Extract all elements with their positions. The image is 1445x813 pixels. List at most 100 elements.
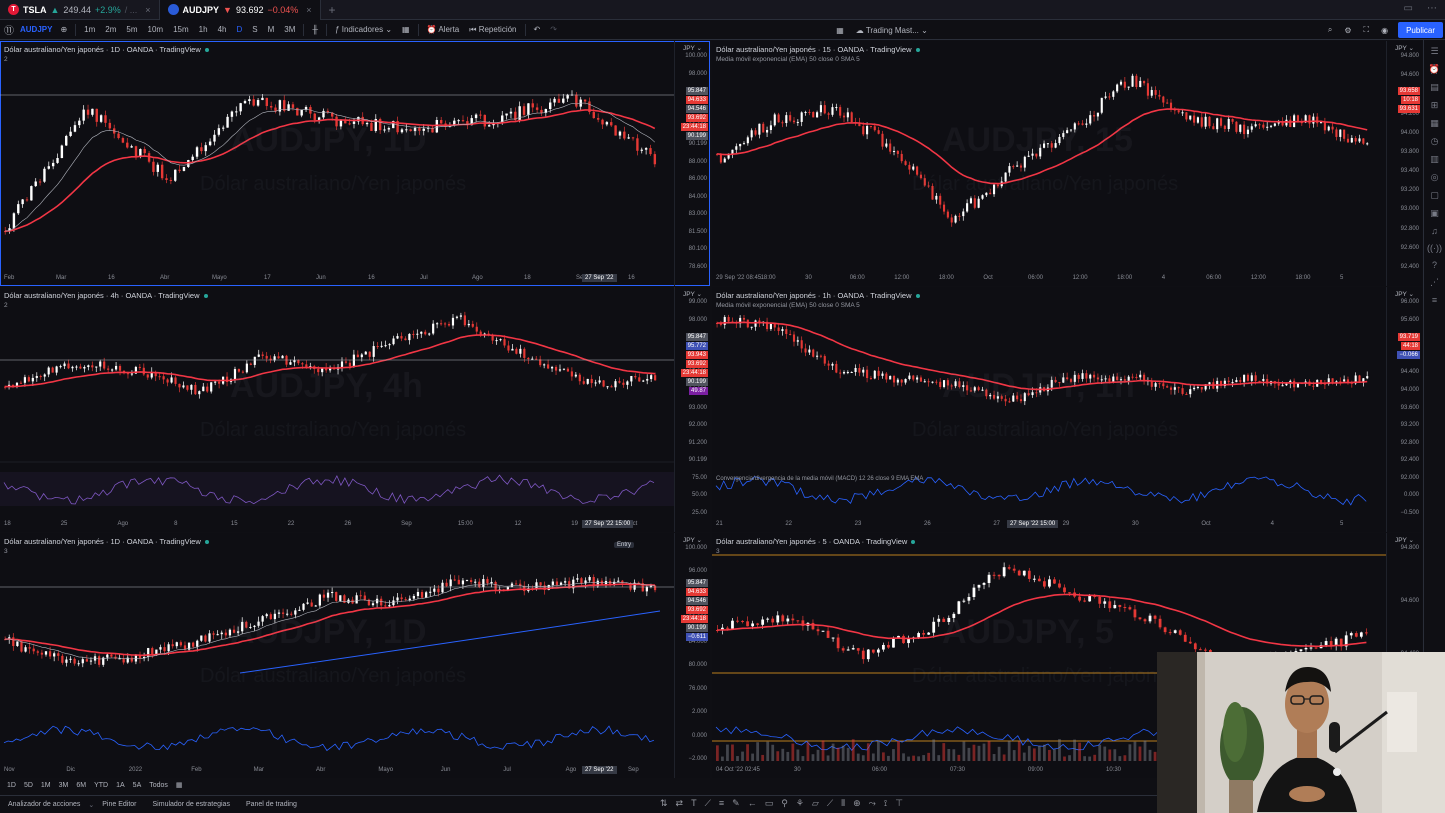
close-icon[interactable]: × bbox=[306, 5, 311, 15]
pin-icon[interactable]: ⚲ bbox=[781, 798, 788, 809]
arrow-icon[interactable]: ← bbox=[748, 798, 757, 809]
redo-icon[interactable]: ↷ bbox=[548, 25, 559, 34]
range-5a[interactable]: 5A bbox=[133, 782, 142, 789]
currency-label[interactable]: JPY ⌄ bbox=[1395, 44, 1414, 52]
pine-editor-tab[interactable]: Pine Editor bbox=[94, 801, 144, 808]
anchor-icon[interactable]: ⟟ bbox=[884, 798, 887, 809]
interval-3m[interactable]: 3M bbox=[282, 25, 297, 34]
range-ytd[interactable]: YTD bbox=[94, 782, 108, 789]
add-tab-icon[interactable]: + bbox=[321, 3, 344, 17]
compare-icon[interactable]: ⊕ bbox=[58, 25, 69, 34]
broadcast-icon[interactable]: ((·)) bbox=[1427, 243, 1442, 253]
indicator-legend[interactable]: Media móvil exponencial (EMA) 50 close 0… bbox=[716, 302, 860, 309]
interval-1m[interactable]: 1m bbox=[82, 25, 97, 34]
tab-tsla[interactable]: T TSLA ▲ 249.44 +2.9% / ... × bbox=[0, 0, 160, 20]
watchlist-icon[interactable]: ☰ bbox=[1430, 46, 1438, 57]
list-icon[interactable]: ≡ bbox=[1432, 295, 1437, 305]
fib-icon[interactable]: ⟋ bbox=[705, 798, 711, 809]
chart-pane-1h[interactable]: AUDJPY, 1h Dólar australiano/Yen japonés D… bbox=[712, 287, 1422, 532]
range-5d[interactable]: 5D bbox=[24, 782, 33, 789]
window-icon[interactable]: ▭ bbox=[1404, 3, 1413, 14]
pane-title[interactable]: Dólar australiano/Yen japonés · 1D · OAN… bbox=[4, 537, 209, 546]
currency-label[interactable]: JPY ⌄ bbox=[1395, 536, 1414, 544]
trading-panel-tab[interactable]: Panel de trading bbox=[238, 801, 305, 808]
close-icon[interactable]: × bbox=[145, 5, 150, 15]
indicator-legend[interactable]: 3 bbox=[716, 548, 720, 555]
layout-name[interactable]: ☁ Trading Mast... ⌄ bbox=[854, 26, 930, 35]
indicator-legend[interactable]: 2 bbox=[4, 302, 8, 309]
pane-title[interactable]: Dólar australiano/Yen japonés · 15 · OAN… bbox=[716, 45, 920, 54]
bars-icon[interactable]: ⦀ bbox=[841, 798, 845, 809]
interval-m[interactable]: M bbox=[266, 25, 277, 34]
interval-s[interactable]: S bbox=[250, 25, 259, 34]
callout-icon[interactable]: ▱ bbox=[812, 798, 819, 809]
replay-button[interactable]: ⏮ Repetición bbox=[467, 25, 518, 35]
range-all[interactable]: Todos bbox=[149, 782, 168, 789]
cursor-icon[interactable]: ⇅ bbox=[660, 798, 668, 809]
range-6m[interactable]: 6M bbox=[76, 782, 86, 789]
ruler-icon[interactable]: ⊤ bbox=[895, 798, 903, 809]
data-window-icon[interactable]: ▤ bbox=[1430, 82, 1439, 93]
menu-icon[interactable]: ⑪ bbox=[4, 22, 14, 37]
currency-label[interactable]: JPY ⌄ bbox=[683, 44, 702, 52]
pane-title[interactable]: Dólar australiano/Yen japonés · 5 · OAND… bbox=[716, 537, 916, 546]
pane-title[interactable]: Dólar australiano/Yen japonés · 4h · OAN… bbox=[4, 291, 208, 300]
indicator-legend[interactable]: 3 bbox=[4, 548, 8, 555]
messages-icon[interactable]: ▣ bbox=[1430, 208, 1439, 219]
tab-audjpy[interactable]: AUDJPY ▼ 93.692 −0.04% × bbox=[159, 0, 321, 20]
clock-icon[interactable]: ◷ bbox=[1431, 136, 1439, 147]
pane-title[interactable]: Dólar australiano/Yen japonés · 1h · OAN… bbox=[716, 291, 920, 300]
trendline-icon[interactable]: ⟋ bbox=[827, 798, 833, 809]
camera-icon[interactable]: ◉ bbox=[1379, 26, 1390, 35]
alert-button[interactable]: ⏰ Alerta bbox=[425, 25, 462, 34]
goto-date-icon[interactable]: ▦ bbox=[176, 781, 183, 789]
hotlist-icon[interactable]: ⊞ bbox=[1431, 100, 1439, 111]
fullscreen-icon[interactable]: ⛶ bbox=[1362, 25, 1372, 35]
indicators-button[interactable]: ƒ Indicadores ⌄ bbox=[333, 25, 394, 34]
strategy-tester-tab[interactable]: Simulador de estrategias bbox=[145, 801, 238, 808]
currency-label[interactable]: JPY ⌄ bbox=[683, 536, 702, 544]
chat-icon[interactable]: ▢ bbox=[1430, 190, 1439, 201]
path-icon[interactable]: ⤳ bbox=[869, 798, 876, 809]
range-1a[interactable]: 1A bbox=[116, 782, 125, 789]
chart-icon[interactable]: ⋰ bbox=[1430, 277, 1439, 288]
help-icon[interactable]: ? bbox=[1432, 260, 1437, 270]
more-icon[interactable]: ⋯ bbox=[1427, 3, 1437, 14]
interval-4h[interactable]: 4h bbox=[216, 25, 229, 34]
stock-screener-tab[interactable]: Analizador de acciones bbox=[0, 801, 88, 808]
publish-button[interactable]: Publicar bbox=[1398, 22, 1443, 38]
indicator-legend[interactable]: 2 bbox=[4, 56, 8, 63]
chart-pane-1d-bottom[interactable]: AUDJPY, 1D Dólar australiano/Yen japonés D… bbox=[0, 533, 710, 778]
layout-grid-icon[interactable]: ▦ bbox=[834, 26, 846, 35]
notes-icon[interactable]: ▥ bbox=[1430, 154, 1439, 165]
text-icon[interactable]: T bbox=[691, 798, 697, 809]
alerts-icon[interactable]: ⏰ bbox=[1429, 64, 1440, 75]
brush-icon[interactable]: ✎ bbox=[732, 798, 740, 809]
indicator-legend[interactable]: Media móvil exponencial (EMA) 50 close 0… bbox=[716, 56, 860, 63]
measure-icon[interactable]: ⊕ bbox=[853, 798, 861, 809]
currency-label[interactable]: JPY ⌄ bbox=[683, 290, 702, 298]
ideas-icon[interactable]: ◎ bbox=[1431, 172, 1439, 183]
calendar-icon[interactable]: ▦ bbox=[1430, 118, 1439, 129]
interval-1h[interactable]: 1h bbox=[197, 25, 210, 34]
chart-pane-15m[interactable]: AUDJPY, 15 Dólar australiano/Yen japonés D… bbox=[712, 41, 1422, 286]
gear-icon[interactable]: ⚙ bbox=[1342, 26, 1353, 35]
chart-type-icon[interactable]: ╫ bbox=[310, 25, 320, 34]
range-1m[interactable]: 1M bbox=[41, 782, 51, 789]
currency-label[interactable]: JPY ⌄ bbox=[1395, 290, 1414, 298]
macd-legend[interactable]: Convergencia/divergencia de la media móv… bbox=[716, 476, 923, 482]
forecast-icon[interactable]: ⚘ bbox=[796, 798, 804, 809]
templates-icon[interactable]: ▦ bbox=[400, 25, 412, 34]
symbol-search[interactable]: AUDJPY bbox=[20, 25, 52, 34]
interval-2m[interactable]: 2m bbox=[103, 25, 118, 34]
interval-15m[interactable]: 15m bbox=[171, 25, 191, 34]
chart-pane-1d-top[interactable]: AUDJPY, 1D Dólar australiano/Yen japonés D… bbox=[0, 41, 710, 286]
range-1d[interactable]: 1D bbox=[7, 782, 16, 789]
gann-icon[interactable]: ≡ bbox=[719, 798, 724, 809]
interval-10m[interactable]: 10m bbox=[146, 25, 166, 34]
pane-title[interactable]: Dólar australiano/Yen japonés · 1D · OAN… bbox=[4, 45, 209, 54]
interval-d[interactable]: D bbox=[234, 25, 244, 34]
search-icon[interactable]: ⌕ bbox=[1326, 25, 1334, 35]
pattern-icon[interactable]: ⇄ bbox=[676, 798, 684, 809]
chart-pane-4h[interactable]: AUDJPY, 4h Dólar australiano/Yen japonés D… bbox=[0, 287, 710, 532]
